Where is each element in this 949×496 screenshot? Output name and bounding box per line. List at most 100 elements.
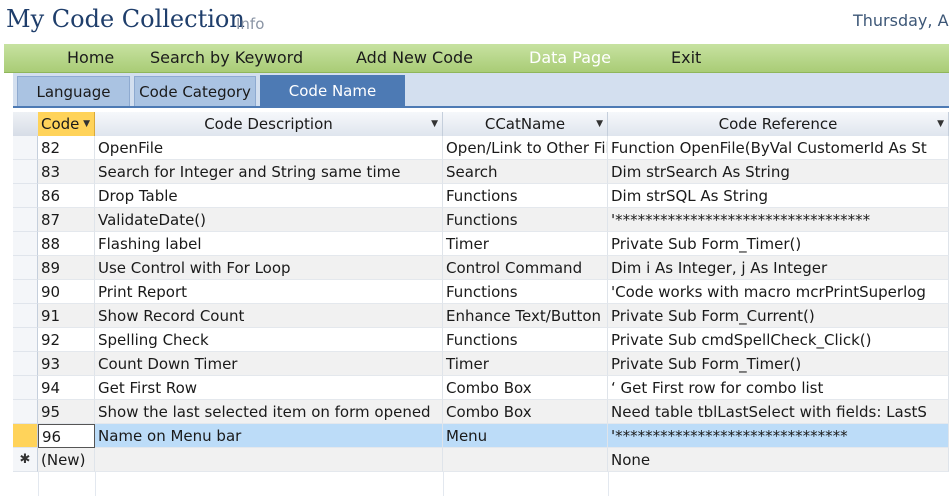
menu-data-page[interactable]: Data Page	[529, 48, 611, 67]
table-row[interactable]: 83 Search for Integer and String same tim…	[13, 160, 949, 184]
table-row[interactable]: 94 Get First Row Combo Box ‘ Get First row …	[13, 376, 949, 400]
description-cell[interactable]: Drop Table	[95, 184, 443, 208]
category-cell[interactable]: Timer	[443, 232, 608, 256]
reference-cell[interactable]: Private Sub cmdSpellCheck_Click()	[608, 328, 949, 352]
description-cell[interactable]	[95, 448, 443, 472]
record-selector[interactable]	[13, 376, 38, 400]
column-header-code[interactable]: Code ▼	[38, 112, 95, 136]
table-row[interactable]: 90 Print Report Functions 'Code works with …	[13, 280, 949, 304]
record-selector[interactable]	[13, 136, 38, 160]
category-cell[interactable]	[443, 448, 608, 472]
dropdown-arrow-icon[interactable]: ▼	[596, 112, 603, 136]
menu-search-by-keyword[interactable]: Search by Keyword	[150, 48, 303, 67]
code-cell[interactable]: 89	[38, 256, 95, 280]
reference-cell[interactable]: Dim i As Integer, j As Integer	[608, 256, 949, 280]
reference-cell[interactable]: '**********************************	[608, 208, 949, 232]
new-record-row[interactable]: ✱ (New) None	[13, 448, 949, 472]
record-selector[interactable]	[13, 280, 38, 304]
record-selector[interactable]	[13, 352, 38, 376]
description-cell[interactable]: Name on Menu bar	[95, 424, 443, 448]
dropdown-arrow-icon[interactable]: ▼	[431, 112, 438, 136]
table-row[interactable]: 95 Show the last selected item on form op…	[13, 400, 949, 424]
reference-cell[interactable]: Private Sub Form_Timer()	[608, 232, 949, 256]
description-cell[interactable]: Search for Integer and String same time	[95, 160, 443, 184]
record-selector[interactable]	[13, 424, 38, 448]
table-row[interactable]: 88 Flashing label Timer Private Sub Form_Ti…	[13, 232, 949, 256]
record-selector[interactable]	[13, 328, 38, 352]
category-cell[interactable]: Functions	[443, 184, 608, 208]
column-header-ccatname[interactable]: CCatName ▼	[443, 112, 608, 136]
menu-exit[interactable]: Exit	[671, 48, 701, 67]
record-selector[interactable]	[13, 160, 38, 184]
reference-cell[interactable]: Private Sub Form_Timer()	[608, 352, 949, 376]
category-cell[interactable]: Functions	[443, 280, 608, 304]
record-selector[interactable]	[13, 256, 38, 280]
description-cell[interactable]: Spelling Check	[95, 328, 443, 352]
column-header-code-reference[interactable]: Code Reference ▼	[608, 112, 949, 136]
reference-cell[interactable]: Dim strSearch As String	[608, 160, 949, 184]
code-cell[interactable]: 94	[38, 376, 95, 400]
dropdown-arrow-icon[interactable]: ▼	[937, 112, 944, 136]
code-cell[interactable]: 86	[38, 184, 95, 208]
reference-cell[interactable]: 'Code works with macro mcrPrintSuperlog	[608, 280, 949, 304]
description-cell[interactable]: OpenFile	[95, 136, 443, 160]
table-row[interactable]: 91 Show Record Count Enhance Text/Button Pr…	[13, 304, 949, 328]
category-cell[interactable]: Timer	[443, 352, 608, 376]
reference-cell[interactable]: Function OpenFile(ByVal CustomerId As St	[608, 136, 949, 160]
new-record-icon[interactable]: ✱	[13, 448, 38, 472]
code-cell[interactable]: 92	[38, 328, 95, 352]
description-cell[interactable]: ValidateDate()	[95, 208, 443, 232]
category-cell[interactable]: Control Command	[443, 256, 608, 280]
category-cell[interactable]: Search	[443, 160, 608, 184]
table-row[interactable]: 87 ValidateDate() Functions '**************…	[13, 208, 949, 232]
category-cell[interactable]: Combo Box	[443, 400, 608, 424]
table-row[interactable]: 92 Spelling Check Functions Private Sub cmd…	[13, 328, 949, 352]
dropdown-arrow-icon[interactable]: ▼	[83, 112, 90, 136]
table-row[interactable]: 82 OpenFile Open/Link to Other Fil Function…	[13, 136, 949, 160]
category-cell[interactable]: Functions	[443, 328, 608, 352]
code-cell[interactable]: 95	[38, 400, 95, 424]
reference-cell[interactable]: Need table tblLastSelect with fields: La…	[608, 400, 949, 424]
category-cell[interactable]: Functions	[443, 208, 608, 232]
table-row[interactable]: 96 Name on Menu bar Menu '****************…	[13, 424, 949, 448]
reference-cell[interactable]: ‘ Get First row for combo list	[608, 376, 949, 400]
record-selector[interactable]	[13, 232, 38, 256]
code-cell[interactable]: (New)	[38, 448, 95, 472]
description-cell[interactable]: Use Control with For Loop	[95, 256, 443, 280]
record-selector[interactable]	[13, 184, 38, 208]
code-cell[interactable]: 87	[38, 208, 95, 232]
category-cell[interactable]: Open/Link to Other Fil	[443, 136, 608, 160]
code-cell[interactable]: 83	[38, 160, 95, 184]
description-cell[interactable]: Count Down Timer	[95, 352, 443, 376]
description-cell[interactable]: Flashing label	[95, 232, 443, 256]
code-cell[interactable]: 93	[38, 352, 95, 376]
reference-cell[interactable]: Dim strSQL As String	[608, 184, 949, 208]
menu-add-new-code[interactable]: Add New Code	[356, 48, 473, 67]
tab-code-name[interactable]: Code Name	[260, 75, 405, 106]
category-cell[interactable]: Enhance Text/Button	[443, 304, 608, 328]
select-all-corner[interactable]	[13, 112, 39, 136]
description-cell[interactable]: Print Report	[95, 280, 443, 304]
reference-cell[interactable]: '*******************************	[608, 424, 949, 448]
record-selector[interactable]	[13, 400, 38, 424]
tab-code-category[interactable]: Code Category	[134, 76, 256, 106]
category-cell[interactable]: Combo Box	[443, 376, 608, 400]
table-row[interactable]: 93 Count Down Timer Timer Private Sub Form_…	[13, 352, 949, 376]
code-cell[interactable]: 96	[38, 424, 95, 448]
record-selector[interactable]	[13, 208, 38, 232]
description-cell[interactable]: Get First Row	[95, 376, 443, 400]
table-row[interactable]: 89 Use Control with For Loop Control Comma…	[13, 256, 949, 280]
code-cell[interactable]: 90	[38, 280, 95, 304]
tab-language[interactable]: Language	[17, 76, 130, 106]
category-cell[interactable]: Menu	[443, 424, 608, 448]
code-cell[interactable]: 91	[38, 304, 95, 328]
table-row[interactable]: 86 Drop Table Functions Dim strSQL As Strin…	[13, 184, 949, 208]
code-cell[interactable]: 82	[38, 136, 95, 160]
reference-cell[interactable]: Private Sub Form_Current()	[608, 304, 949, 328]
description-cell[interactable]: Show Record Count	[95, 304, 443, 328]
record-selector[interactable]	[13, 304, 38, 328]
code-cell[interactable]: 88	[38, 232, 95, 256]
column-header-code-description[interactable]: Code Description ▼	[95, 112, 443, 136]
description-cell[interactable]: Show the last selected item on form open…	[95, 400, 443, 424]
menu-home[interactable]: Home	[67, 48, 114, 67]
